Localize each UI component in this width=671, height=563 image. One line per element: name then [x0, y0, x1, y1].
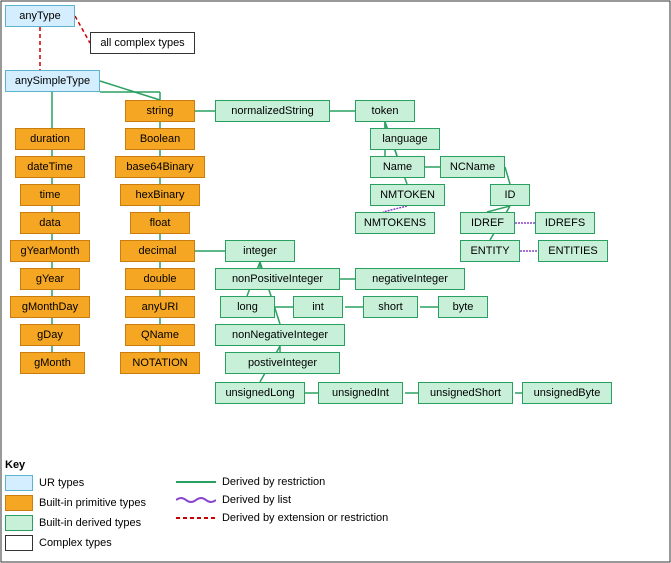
node-anyURI: anyURI — [125, 296, 195, 318]
node-long: long — [220, 296, 275, 318]
key-derived-label: Built-in derived types — [39, 517, 141, 529]
node-negativeInteger: negativeInteger — [355, 268, 465, 290]
node-ENTITY: ENTITY — [460, 240, 520, 262]
key-primitive-label: Built-in primitive types — [39, 497, 146, 509]
node-byte: byte — [438, 296, 488, 318]
key-line-list-visual — [176, 493, 216, 507]
key-line-restriction-label: Derived by restriction — [222, 476, 325, 488]
node-nonNegativeInteger: nonNegativeInteger — [215, 324, 345, 346]
node-complexTypes: all complex types — [90, 32, 195, 54]
node-ID: ID — [490, 184, 530, 206]
key-ur-label: UR types — [39, 477, 84, 489]
key-ur: UR types — [5, 475, 146, 491]
node-integer: integer — [225, 240, 295, 262]
node-unsignedShort: unsignedShort — [418, 382, 513, 404]
diagram: anyType all complex types anySimpleType … — [0, 0, 671, 563]
node-Name: Name — [370, 156, 425, 178]
node-gYear: gYear — [20, 268, 80, 290]
node-time: time — [20, 184, 80, 206]
key-primitive: Built-in primitive types — [5, 495, 146, 511]
node-gMonth: gMonth — [20, 352, 85, 374]
node-base64Binary: base64Binary — [115, 156, 205, 178]
node-unsignedByte: unsignedByte — [522, 382, 612, 404]
node-gMonthDay: gMonthDay — [10, 296, 90, 318]
node-language: language — [370, 128, 440, 150]
node-hexBinary: hexBinary — [120, 184, 200, 206]
key-complex-label: Complex types — [39, 537, 112, 549]
key-derived-box — [5, 515, 33, 531]
key-line-list-label: Derived by list — [222, 494, 291, 506]
node-IDREF: IDREF — [460, 212, 515, 234]
node-positiveInteger: postiveInteger — [225, 352, 340, 374]
node-gYearMonth: gYearMonth — [10, 240, 90, 262]
key-line-restriction: Derived by restriction — [176, 475, 388, 489]
key-primitive-box — [5, 495, 33, 511]
key-line-list: Derived by list — [176, 493, 388, 507]
key-title: Key — [5, 459, 388, 471]
key-derived: Built-in derived types — [5, 515, 146, 531]
node-data: data — [20, 212, 80, 234]
node-NMTOKENS: NMTOKENS — [355, 212, 435, 234]
key-line-extension-visual — [176, 511, 216, 525]
node-QName: QName — [125, 324, 195, 346]
node-NMTOKEN: NMTOKEN — [370, 184, 445, 206]
node-string: string — [125, 100, 195, 122]
node-ENTITIES: ENTITIES — [538, 240, 608, 262]
node-Boolean: Boolean — [125, 128, 195, 150]
key-line-restriction-visual — [176, 475, 216, 489]
key-line-extension: Derived by extension or restriction — [176, 511, 388, 525]
node-normalizedString: normalizedString — [215, 100, 330, 122]
node-gDay: gDay — [20, 324, 80, 346]
node-nonPositiveInteger: nonPositiveInteger — [215, 268, 340, 290]
node-IDREFS: IDREFS — [535, 212, 595, 234]
node-short: short — [363, 296, 418, 318]
node-float: float — [130, 212, 190, 234]
key-ur-box — [5, 475, 33, 491]
node-token: token — [355, 100, 415, 122]
node-unsignedLong: unsignedLong — [215, 382, 305, 404]
node-int: int — [293, 296, 343, 318]
node-anyType: anyType — [5, 5, 75, 27]
node-dateTime: dateTime — [15, 156, 85, 178]
node-duration: duration — [15, 128, 85, 150]
node-NOTATION: NOTATION — [120, 352, 200, 374]
node-NCName: NCName — [440, 156, 505, 178]
key-section: Key UR types Built-in primitive types Bu… — [5, 459, 388, 555]
node-unsignedInt: unsignedInt — [318, 382, 403, 404]
node-double: double — [125, 268, 195, 290]
key-complex: Complex types — [5, 535, 146, 551]
node-decimal: decimal — [120, 240, 195, 262]
node-anySimpleType: anySimpleType — [5, 70, 100, 92]
key-complex-box — [5, 535, 33, 551]
key-line-extension-label: Derived by extension or restriction — [222, 512, 388, 524]
